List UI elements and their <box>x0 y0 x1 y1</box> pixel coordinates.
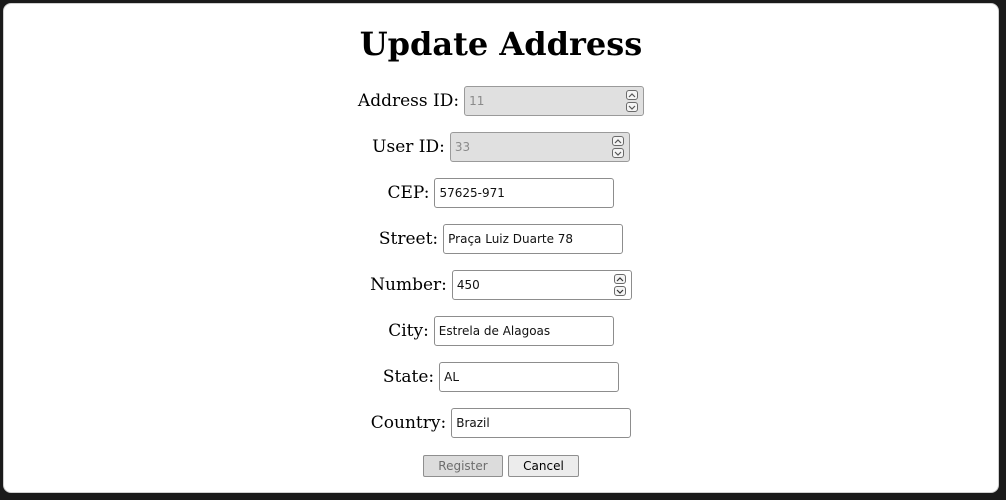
page-title: Update Address <box>359 25 643 63</box>
number-row: Number: 450 <box>4 270 998 300</box>
chevron-up-icon[interactable] <box>613 274 626 284</box>
chevron-up-icon <box>626 90 639 100</box>
street-row: Street: Praça Luiz Duarte 78 <box>4 224 998 254</box>
state-input[interactable]: AL <box>439 362 620 392</box>
user-id-label: User ID: <box>372 137 445 157</box>
state-label: State: <box>382 367 435 387</box>
street-label: Street: <box>378 229 439 249</box>
address-id-input: 11 <box>464 86 645 116</box>
chevron-down-icon <box>626 102 639 112</box>
user-id-value: 33 <box>454 140 471 154</box>
chevron-up-icon <box>611 136 624 146</box>
city-input[interactable]: Estrela de Alagoas <box>433 316 614 346</box>
cep-input[interactable]: 57625-971 <box>434 178 615 208</box>
city-label: City: <box>388 321 429 341</box>
country-label: Country: <box>370 413 447 433</box>
chevron-down-icon[interactable] <box>613 286 626 296</box>
user-id-row: User ID: 33 <box>4 132 998 162</box>
address-id-row: Address ID: 11 <box>4 86 998 116</box>
register-button[interactable]: Register <box>423 455 503 477</box>
cep-value: 57625-971 <box>439 186 505 200</box>
country-row: Country: Brazil <box>4 408 998 438</box>
chevron-down-icon <box>611 148 624 158</box>
app-window: Update Address Address ID: 11 User ID: 3… <box>3 3 999 493</box>
number-value: 450 <box>456 278 480 292</box>
number-label: Number: <box>370 275 447 295</box>
street-input[interactable]: Praça Luiz Duarte 78 <box>443 224 624 254</box>
form-actions: Register Cancel <box>4 455 998 477</box>
number-input[interactable]: 450 <box>451 270 632 300</box>
user-id-spinner <box>611 136 624 158</box>
state-row: State: AL <box>4 362 998 392</box>
country-input[interactable]: Brazil <box>451 408 632 438</box>
city-row: City: Estrela de Alagoas <box>4 316 998 346</box>
city-value: Estrela de Alagoas <box>438 324 551 338</box>
user-id-input: 33 <box>449 132 630 162</box>
address-id-spinner <box>626 90 639 112</box>
cep-row: CEP: 57625-971 <box>4 178 998 208</box>
address-id-label: Address ID: <box>357 91 460 111</box>
address-id-value: 11 <box>469 94 485 108</box>
state-value: AL <box>444 370 460 384</box>
street-value: Praça Luiz Duarte 78 <box>448 232 574 246</box>
number-spinner[interactable] <box>613 274 626 296</box>
country-value: Brazil <box>456 416 490 430</box>
cancel-button[interactable]: Cancel <box>508 455 579 477</box>
cep-label: CEP: <box>387 183 430 203</box>
